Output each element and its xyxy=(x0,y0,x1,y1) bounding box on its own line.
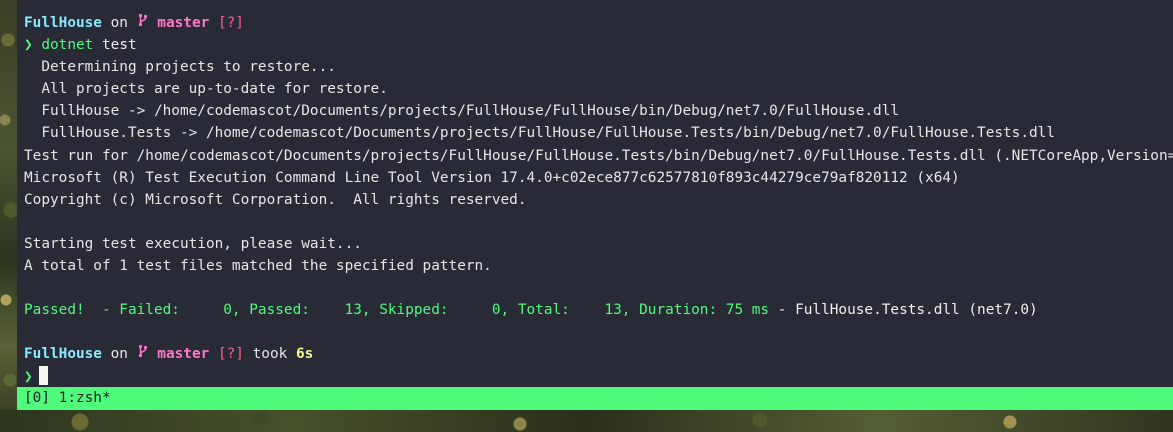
output-line: A total of 1 test files matched the spec… xyxy=(24,258,492,275)
output-line: FullHouse -> /home/codemascot/Documents/… xyxy=(24,103,900,120)
prompt-arrow-icon: ❯ xyxy=(24,37,33,54)
tmux-window-label[interactable]: [0] 1:zsh* xyxy=(24,390,111,406)
prompt-line: FullHouse on master [?] xyxy=(24,12,1173,34)
command-args: test xyxy=(93,37,137,54)
prompt-line: FullHouse on master [?] took 6s xyxy=(24,343,1173,365)
git-branch-icon xyxy=(137,343,149,365)
test-assembly: - FullHouse.Tests.dll (net7.0) xyxy=(769,302,1038,319)
prompt-branch: master xyxy=(148,15,210,31)
prompt-took-text: took xyxy=(243,346,296,363)
terminal-window[interactable]: FullHouse on master [?] ❯ dotnet test De… xyxy=(17,0,1173,410)
command-line: ❯ dotnet test xyxy=(24,34,1173,56)
prompt-on-text: on xyxy=(101,15,137,31)
prompt-directory: FullHouse xyxy=(24,15,102,31)
output-line: All projects are up-to-date for restore. xyxy=(24,81,388,98)
output-line: Test run for /home/codemascot/Documents/… xyxy=(24,147,1173,164)
text-cursor[interactable] xyxy=(38,365,48,385)
prompt-directory: FullHouse xyxy=(24,346,102,363)
output-line: Determining projects to restore... xyxy=(24,59,336,76)
prompt-command-duration: 6s xyxy=(295,346,314,363)
prompt-on-text: on xyxy=(101,346,137,363)
prompt-git-status: [?] xyxy=(209,15,244,31)
output-line: Microsoft (R) Test Execution Command Lin… xyxy=(24,169,960,186)
input-line[interactable]: ❯ xyxy=(24,365,1173,388)
prompt-git-status: [?] xyxy=(209,346,244,363)
test-summary: Passed! - Failed: 0, Passed: 13, Skipped… xyxy=(24,302,770,319)
desktop-wallpaper-bottom xyxy=(0,410,1173,432)
output-line: Copyright (c) Microsoft Corporation. All… xyxy=(24,191,527,208)
command-program: dotnet xyxy=(41,37,94,54)
test-result-line: Passed! - Failed: 0, Passed: 13, Skipped… xyxy=(24,299,1173,321)
prompt-branch: master xyxy=(148,346,210,363)
tmux-status-bar[interactable]: [0] 1:zsh* xyxy=(17,387,1173,410)
prompt-arrow-icon: ❯ xyxy=(24,368,33,385)
desktop-wallpaper-left xyxy=(0,0,17,432)
output-line: FullHouse.Tests -> /home/codemascot/Docu… xyxy=(24,125,1056,142)
git-branch-icon xyxy=(137,12,149,34)
output-line: Starting test execution, please wait... xyxy=(24,235,362,252)
terminal-output: FullHouse on master [?] ❯ dotnet test De… xyxy=(24,12,1173,388)
